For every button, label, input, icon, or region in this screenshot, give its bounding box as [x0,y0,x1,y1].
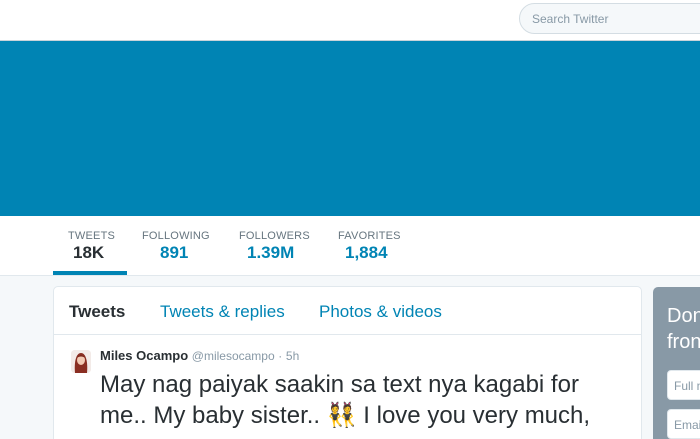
profile-stats-bar: TWEETS 18K FOLLOWING 891 FOLLOWERS 1.39M… [0,216,700,276]
tab-photos-and-videos[interactable]: Photos & videos [319,302,442,322]
tab-tweets-and-replies[interactable]: Tweets & replies [160,302,285,322]
signup-card: Don fron Full n Emai [653,287,700,439]
signup-heading-line-2: fron [667,331,700,353]
stat-following-label: FOLLOWING [142,230,210,242]
email-placeholder: Emai [674,418,700,432]
signup-heading-line-1: Don [667,305,700,327]
stat-followers-label: FOLLOWERS [239,230,310,242]
stat-favorites-value: 1,884 [345,243,388,262]
timeline-tabs: Tweets Tweets & replies Photos & videos [54,287,641,335]
tweet-text: May nag paiyak saakin sa text nya kagabi… [100,369,640,431]
top-navigation-bar: Search Twitter [0,0,700,41]
signup-heading: Don fron [667,303,700,355]
tweet-text-line-2: me.. My baby sister.. 👯 I love you very … [100,402,591,429]
email-field[interactable]: Emai [667,409,700,439]
tweet-author-handle[interactable]: @milesocampo [192,349,275,363]
full-name-placeholder: Full n [674,379,700,393]
search-input[interactable]: Search Twitter [519,3,700,34]
stat-tweets-value: 18K [73,243,105,262]
stat-following-value: 891 [160,243,189,262]
timeline-card: Tweets Tweets & replies Photos & videos … [53,286,642,439]
tab-tweets[interactable]: Tweets [69,302,125,322]
avatar[interactable] [71,350,91,373]
tweet-text-line-1: May nag paiyak saakin sa text nya kagabi… [100,371,579,398]
tweet-timestamp[interactable]: 5h [286,349,299,363]
full-name-field[interactable]: Full n [667,370,700,400]
tweet-author-name[interactable]: Miles Ocampo [100,348,188,363]
search-placeholder: Search Twitter [532,12,609,26]
stat-favorites-label: FAVORITES [338,230,401,242]
profile-header-banner [0,41,700,216]
tweet-separator: · [278,349,283,363]
tweet-header: Miles Ocampo @milesocampo · 5h [100,348,299,363]
stat-followers-value: 1.39M [247,243,295,262]
stat-tweets-label: TWEETS [68,230,116,242]
active-stat-underline [53,271,127,275]
